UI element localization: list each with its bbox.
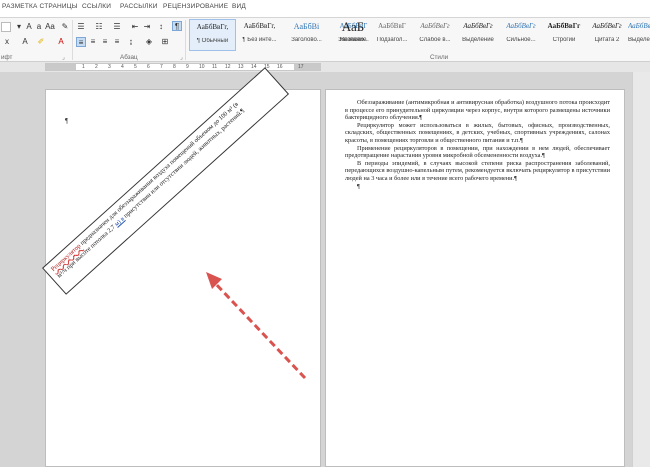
paragraph-empty: ¶ [357,182,360,190]
paragraph-1: Обеззараживание (антимикробная и антивир… [345,99,610,122]
paragraph-2: Рециркулятор может использоваться в жилы… [345,121,610,144]
paragraph-4: В периоды эпидемий, в случаях высокой ст… [345,159,610,182]
paragraph-3: Применение рециркуляторов в помещении, п… [345,144,610,160]
document-body[interactable]: Обеззараживание (антимикробная и антивир… [345,99,610,190]
red-dashed-arrow [206,272,307,380]
